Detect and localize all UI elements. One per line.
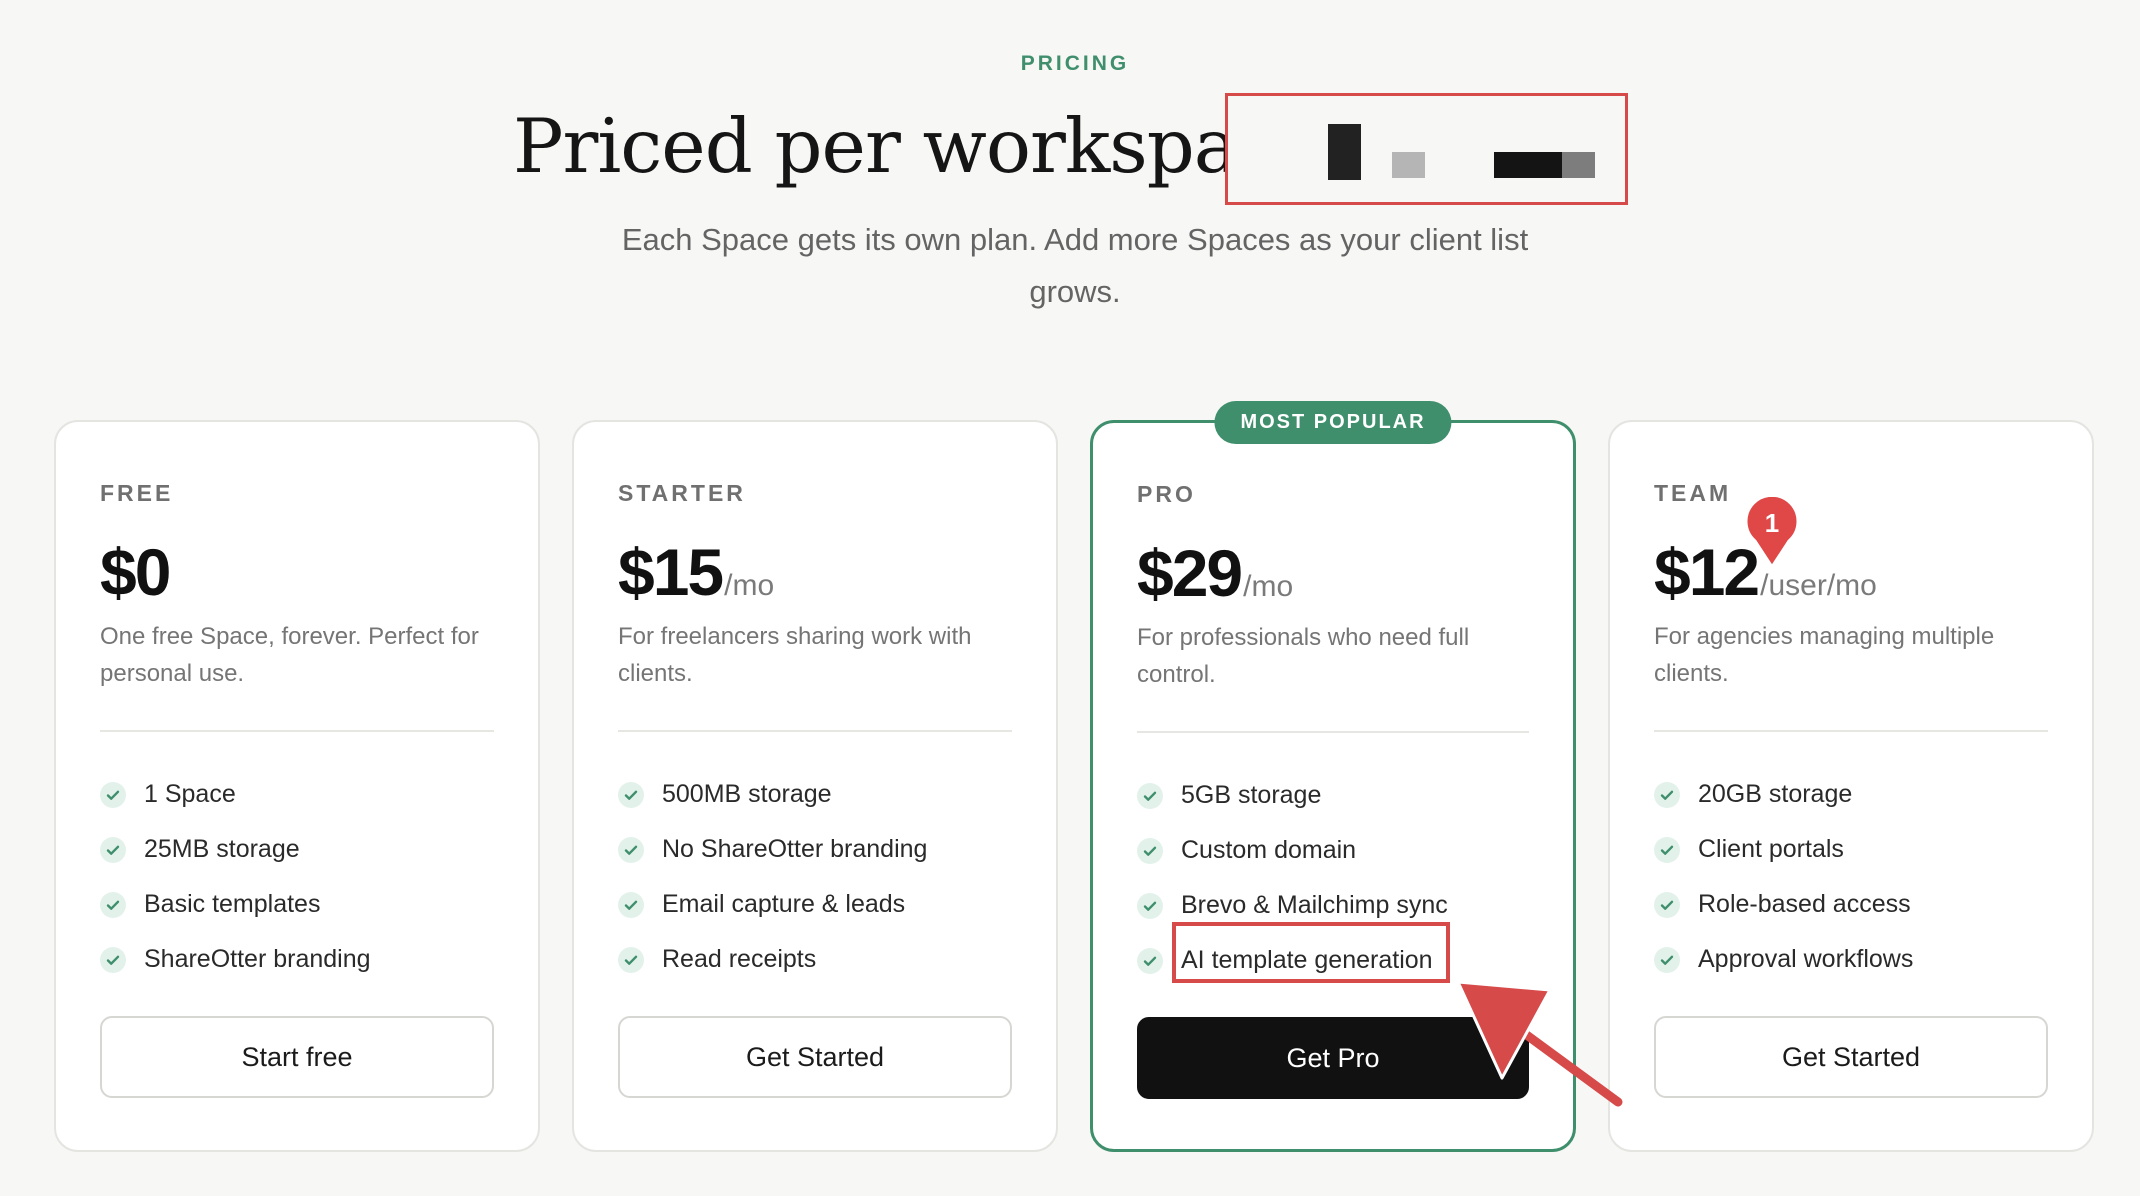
- plan-price: $0: [100, 534, 171, 610]
- feature-item: ShareOtter branding: [100, 932, 371, 987]
- feature-label: 1 Space: [144, 780, 236, 808]
- check-icon: [1137, 892, 1163, 919]
- plan-tier: STARTER: [618, 480, 746, 506]
- plan-price-amount: $0: [100, 535, 171, 609]
- feature-label: Email capture & leads: [662, 890, 906, 918]
- feature-item: Email capture & leads: [618, 877, 927, 932]
- pricing-eyebrow: PRICING: [1020, 52, 1130, 75]
- divider: [1137, 731, 1529, 733]
- pricing-subtitle: Each Space gets its own plan. Add more S…: [621, 222, 1529, 309]
- check-icon: [1137, 837, 1163, 864]
- plan-price-period: /mo: [724, 569, 775, 602]
- plan-description: For freelancers sharing work with client…: [618, 623, 972, 687]
- check-icon: [1137, 782, 1163, 809]
- feature-item: Read receipts: [618, 932, 927, 987]
- feature-label: Basic templates: [144, 890, 321, 918]
- feature-label: Client portals: [1698, 835, 1844, 863]
- check-icon: [618, 946, 644, 973]
- feature-list: 500MB storage No ShareOtter branding Ema…: [618, 767, 927, 987]
- feature-item: Approval workflows: [1654, 932, 1913, 987]
- feature-list: 1 Space 25MB storage Basic templates Sha…: [100, 767, 371, 987]
- feature-item: Role-based access: [1654, 877, 1913, 932]
- check-icon: [100, 836, 126, 863]
- check-icon: [1654, 781, 1680, 808]
- feature-label: 500MB storage: [662, 780, 832, 808]
- plan-price-amount: $29: [1137, 536, 1243, 610]
- check-icon: [618, 891, 644, 918]
- feature-item: 25MB storage: [100, 822, 371, 877]
- pricing-headline: Priced per workspace,: [513, 102, 1346, 190]
- feature-label: Read receipts: [662, 945, 817, 973]
- feature-list: 20GB storage Client portals Role-based a…: [1654, 767, 1913, 987]
- plan-tier: FREE: [100, 480, 174, 506]
- plan-price: $29/mo: [1137, 535, 1293, 611]
- plan-price-period: /user/mo: [1760, 569, 1877, 602]
- plan-price-amount: $15: [618, 535, 724, 609]
- numbered-pin-marker: 1: [1743, 493, 1801, 570]
- plan-card-free: FREE $0 One free Space, forever. Perfect…: [54, 420, 540, 1152]
- redaction-block: [1328, 124, 1361, 180]
- check-icon: [1137, 947, 1163, 974]
- plan-description: One free Space, forever. Perfect for per…: [100, 623, 479, 687]
- start-free-button[interactable]: Start free: [100, 1016, 494, 1098]
- check-icon: [618, 781, 644, 808]
- feature-item: Basic templates: [100, 877, 371, 932]
- feature-label: Custom domain: [1181, 836, 1357, 864]
- plan-description: For agencies managing multiple clients.: [1654, 623, 1995, 687]
- feature-label: Approval workflows: [1698, 945, 1914, 973]
- divider: [618, 730, 1012, 732]
- feature-label: No ShareOtter branding: [662, 835, 928, 863]
- plan-tier: PRO: [1137, 481, 1196, 507]
- feature-label: 5GB storage: [1181, 781, 1322, 809]
- pin-number: 1: [1764, 508, 1780, 538]
- feature-label: Brevo & Mailchimp sync: [1181, 891, 1448, 919]
- check-icon: [100, 946, 126, 973]
- check-icon: [618, 836, 644, 863]
- redaction-block: [1562, 152, 1595, 178]
- plan-description: For professionals who need full control.: [1137, 624, 1470, 688]
- feature-label: 20GB storage: [1698, 780, 1853, 808]
- plan-price: $15/mo: [618, 534, 774, 610]
- get-started-button[interactable]: Get Started: [1654, 1016, 2048, 1098]
- feature-item: Custom domain: [1137, 823, 1448, 878]
- get-started-button[interactable]: Get Started: [618, 1016, 1012, 1098]
- feature-label: Role-based access: [1698, 890, 1911, 918]
- redacted-region: [1225, 93, 1628, 205]
- feature-item: 20GB storage: [1654, 767, 1913, 822]
- plan-price-period: /mo: [1243, 570, 1294, 603]
- plan-card-team: TEAM $12/user/mo For agencies managing m…: [1608, 420, 2094, 1152]
- feature-label: ShareOtter branding: [144, 945, 371, 973]
- check-icon: [100, 781, 126, 808]
- check-icon: [1654, 946, 1680, 973]
- divider: [1654, 730, 2048, 732]
- check-icon: [1654, 891, 1680, 918]
- divider: [100, 730, 494, 732]
- check-icon: [100, 891, 126, 918]
- feature-item: 5GB storage: [1137, 768, 1448, 823]
- feature-item: No ShareOtter branding: [618, 822, 927, 877]
- check-icon: [1654, 836, 1680, 863]
- feature-item: 1 Space: [100, 767, 371, 822]
- plan-card-starter: STARTER $15/mo For freelancers sharing w…: [572, 420, 1058, 1152]
- feature-label: 25MB storage: [144, 835, 300, 863]
- annotation-arrow-icon: [1456, 980, 1623, 1107]
- redaction-block: [1392, 152, 1425, 178]
- feature-highlight-box: [1172, 922, 1450, 983]
- redaction-block: [1494, 152, 1562, 178]
- plan-tier: TEAM: [1654, 480, 1732, 506]
- feature-item: Client portals: [1654, 822, 1913, 877]
- feature-item: 500MB storage: [618, 767, 927, 822]
- most-popular-badge: MOST POPULAR: [1214, 401, 1452, 444]
